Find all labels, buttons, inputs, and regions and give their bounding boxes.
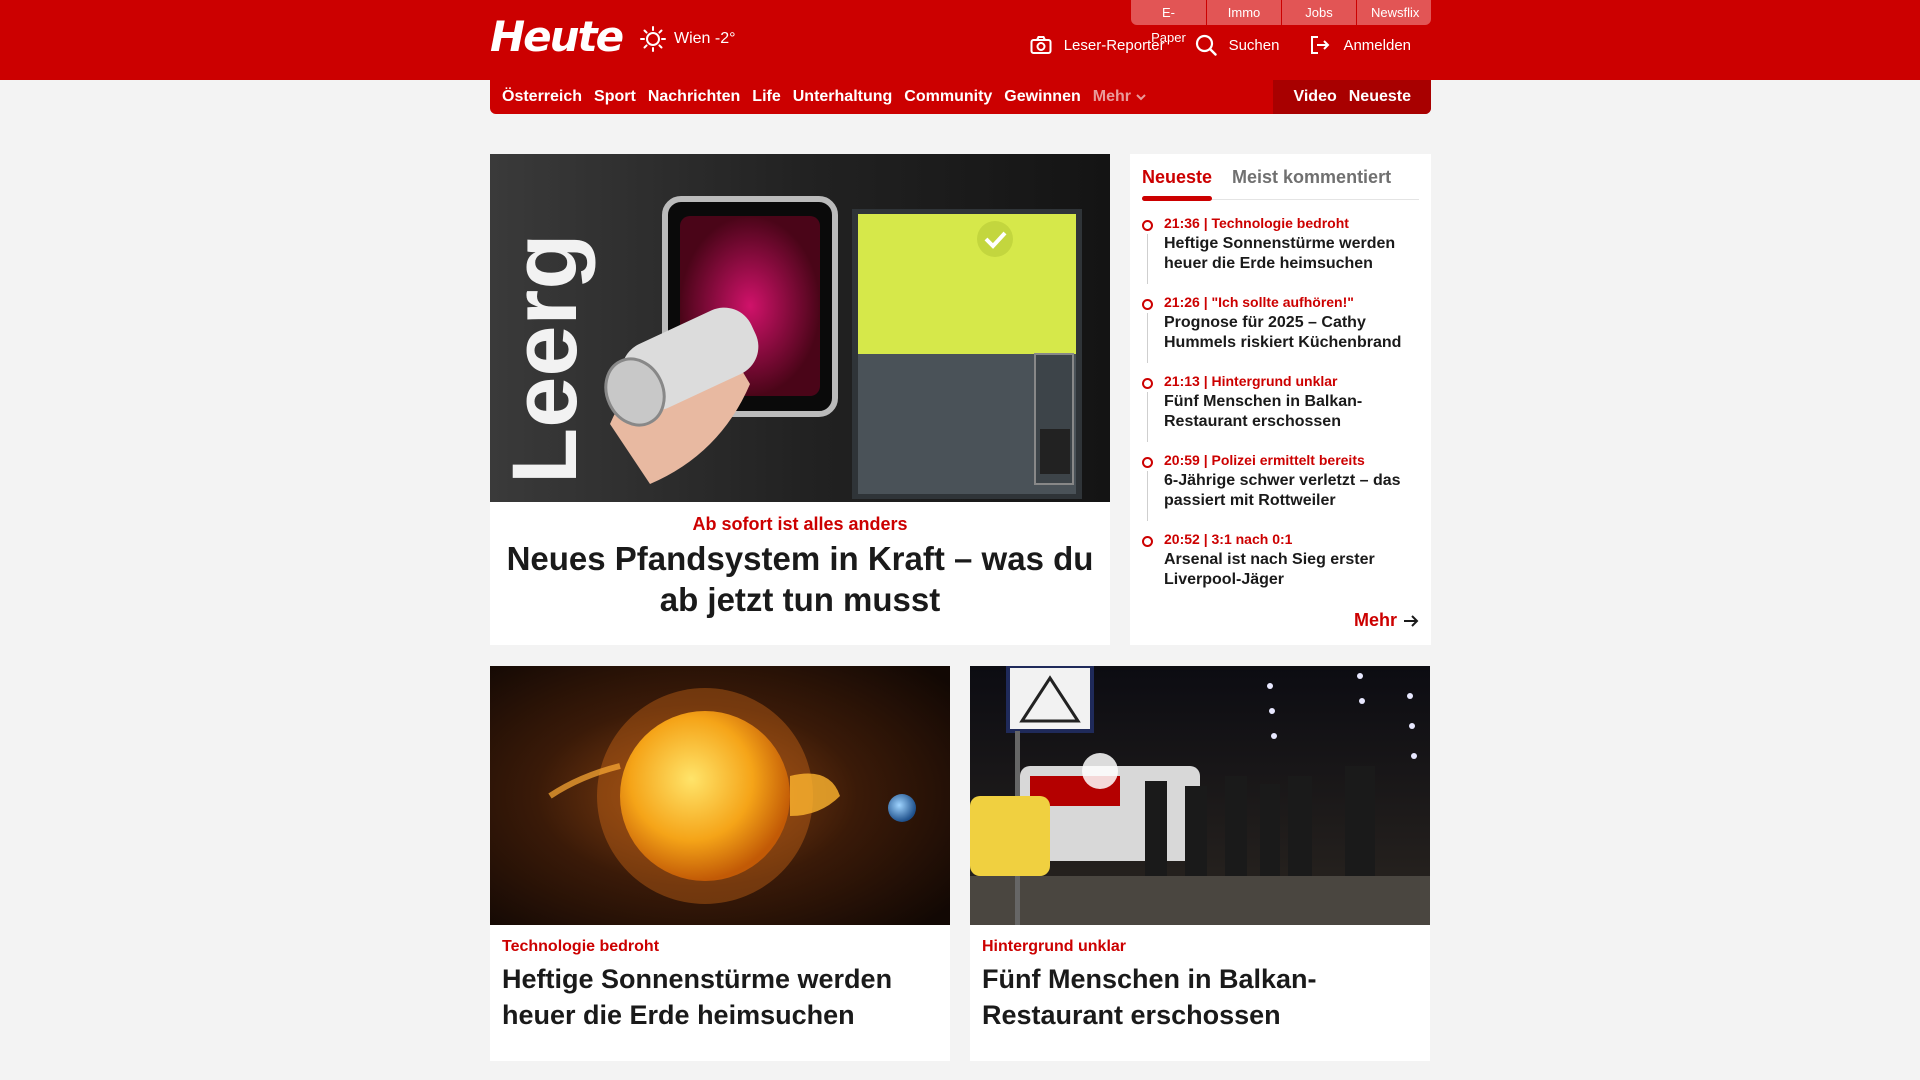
quicklink-epaper[interactable]: E-Paper — [1131, 0, 1206, 45]
timeline-meta: 21:26 | "Ich sollte aufhören!" — [1164, 294, 1354, 310]
hero-image: Leerg — [490, 154, 1110, 502]
leser-reporter-button[interactable]: Leser-Reporter — [1030, 34, 1165, 56]
quicklink-jobs[interactable]: Jobs — [1281, 0, 1356, 25]
article-image-sun — [490, 666, 950, 925]
timeline-title[interactable]: Arsenal ist nach Sieg erster Liverpool-J… — [1164, 550, 1419, 590]
quicklink-newsflix[interactable]: Newsflix — [1356, 0, 1431, 25]
quicklink-immo[interactable]: Immo — [1206, 0, 1281, 25]
timeline-title[interactable]: Fünf Menschen in Balkan-Restaurant ersch… — [1164, 392, 1419, 432]
nav-item-nachrichten[interactable]: Nachrichten — [648, 88, 740, 106]
weather-text: Wien -2° — [674, 30, 736, 47]
timeline-item[interactable]: 21:13 | Hintergrund unklar Fünf Menschen… — [1142, 372, 1419, 451]
nav-more-dropdown[interactable]: Mehr — [1093, 88, 1147, 106]
timeline-meta: 21:13 | Hintergrund unklar — [1164, 373, 1338, 389]
article-card[interactable]: Hintergrund unklar Fünf Menschen in Balk… — [970, 666, 1430, 1061]
nav-item-gewinnen[interactable]: Gewinnen — [1004, 88, 1080, 106]
arrow-right-icon — [1404, 614, 1419, 627]
timeline-title[interactable]: Heftige Sonnenstürme werden heuer die Er… — [1164, 234, 1419, 274]
main-navigation: Österreich Sport Nachrichten Life Unterh… — [490, 80, 1431, 114]
weather-widget[interactable]: Wien -2° — [640, 26, 736, 52]
timeline-title[interactable]: Prognose für 2025 – Cathy Hummels riskie… — [1164, 313, 1419, 353]
timeline-meta: 20:59 | Polizei ermittelt bereits — [1164, 452, 1365, 468]
article-image-police — [970, 666, 1430, 925]
timeline-meta: 21:36 | Technologie bedroht — [1164, 215, 1349, 231]
leser-reporter-label: Leser-Reporter — [1063, 36, 1165, 54]
login-label: Anmelden — [1343, 36, 1411, 54]
tab-neueste[interactable]: Neueste — [1142, 154, 1213, 201]
timeline-line — [1147, 392, 1148, 442]
timeline-dot-icon — [1142, 457, 1153, 468]
nav-more-label: Mehr — [1092, 88, 1131, 105]
hero-image-text: Leerg — [494, 233, 596, 484]
timeline-dot-icon — [1142, 220, 1153, 231]
header-tools: Leser-Reporter Suchen Anmelden — [1000, 34, 1411, 56]
sun-icon — [640, 26, 666, 52]
hero-article[interactable]: Leerg Ab sofort ist alles anders Neues P… — [490, 154, 1110, 645]
article-kicker: Hintergrund unklar — [982, 938, 1127, 955]
timeline-meta: 20:52 | 3:1 nach 0:1 — [1164, 531, 1293, 547]
nav-item-life[interactable]: Life — [752, 88, 780, 106]
news-timeline: 21:36 | Technologie bedroht Heftige Sonn… — [1142, 214, 1419, 609]
timeline-item[interactable]: 21:36 | Technologie bedroht Heftige Sonn… — [1142, 214, 1419, 293]
chevron-down-icon — [1136, 94, 1146, 101]
sidebar-more-label: Mehr — [1353, 610, 1397, 630]
sidebar-more-link[interactable]: Mehr — [1354, 610, 1419, 631]
nav-item-unterhaltung[interactable]: Unterhaltung — [793, 88, 893, 106]
timeline-line — [1147, 471, 1148, 521]
hero-kicker: Ab sofort ist alles anders — [692, 514, 908, 534]
article-card[interactable]: Technologie bedroht Heftige Sonnenstürme… — [490, 666, 950, 1061]
quicklinks: E-Paper Immo Jobs Newsflix — [1131, 0, 1431, 45]
timeline-item[interactable]: 21:26 | "Ich sollte aufhören!" Prognose … — [1142, 293, 1419, 372]
search-icon — [1195, 34, 1217, 56]
timeline-item[interactable]: 20:59 | Polizei ermittelt bereits 6-Jähr… — [1142, 451, 1419, 530]
hero-title[interactable]: Neues Pfandsystem in Kraft – was du ab j… — [490, 538, 1110, 620]
latest-news-sidebar: Neueste Meist kommentiert 21:36 | Techno… — [1130, 154, 1431, 645]
timeline-dot-icon — [1142, 299, 1153, 310]
nav-right-group: Video Neueste — [1273, 80, 1431, 114]
timeline-line — [1147, 313, 1148, 363]
login-icon — [1311, 36, 1330, 54]
site-header: Heute Wien -2° E-Paper Immo Jobs Newsfli… — [0, 0, 1920, 80]
timeline-dot-icon — [1142, 536, 1153, 547]
timeline-item[interactable]: 20:52 | 3:1 nach 0:1 Arsenal ist nach Si… — [1142, 530, 1419, 609]
sidebar-tabs: Neueste Meist kommentiert — [1142, 154, 1419, 201]
search-label: Suchen — [1228, 36, 1280, 54]
nav-item-community[interactable]: Community — [904, 88, 992, 106]
nav-item-oesterreich[interactable]: Österreich — [502, 88, 582, 106]
nav-item-video[interactable]: Video — [1293, 88, 1336, 106]
timeline-title[interactable]: 6-Jährige schwer verletzt – das passiert… — [1164, 471, 1419, 511]
article-title[interactable]: Fünf Menschen in Balkan-Restaurant ersch… — [982, 961, 1402, 1033]
heute-logo[interactable]: Heute — [490, 14, 624, 60]
camera-icon — [1030, 36, 1052, 54]
nav-item-sport[interactable]: Sport — [594, 88, 636, 106]
tab-meist-kommentiert[interactable]: Meist kommentiert — [1232, 154, 1391, 200]
nav-item-neueste[interactable]: Neueste — [1349, 88, 1411, 106]
search-button[interactable]: Suchen — [1195, 34, 1280, 56]
article-title[interactable]: Heftige Sonnenstürme werden heuer die Er… — [502, 961, 922, 1033]
login-button[interactable]: Anmelden — [1309, 34, 1411, 56]
timeline-dot-icon — [1142, 378, 1153, 389]
article-kicker: Technologie bedroht — [502, 938, 660, 955]
timeline-line — [1147, 234, 1148, 284]
